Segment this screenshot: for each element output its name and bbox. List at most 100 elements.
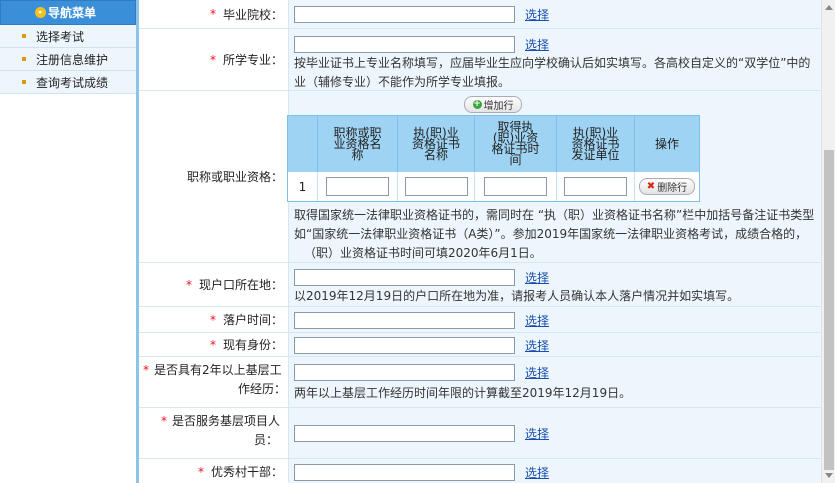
label-text: 现有身份： <box>222 338 283 352</box>
form-row-school: * 毕业院校： 选择 <box>139 0 821 29</box>
field-label: * 是否具有2年以上基层工 作经历： <box>139 357 289 407</box>
nav-menu-header[interactable]: 导航菜单 <box>0 0 136 25</box>
table-header: 职称或职业资格名称 执(职)业资格证书名称 取得执(职)业资格证书时间 执(职)… <box>288 116 699 172</box>
header-cell: 执(职)业资格证书发证单位 <box>557 116 635 172</box>
form-row-qualification: 职称或职业资格： + 增加行 职称或职业资格名称 执(职)业资格证书名称 取得执… <box>139 91 821 263</box>
field-label: * 现户口所在地： <box>139 263 289 306</box>
issuing-unit-input[interactable] <box>564 177 627 196</box>
label-text: 现户口所在地： <box>198 278 283 292</box>
field-cell: 选择 <box>289 459 821 483</box>
grassroots-input[interactable] <box>294 364 515 381</box>
school-select-link[interactable]: 选择 <box>525 6 549 23</box>
form-row-identity: * 现有身份： 选择 <box>139 333 821 357</box>
qualification-table: 职称或职业资格名称 执(职)业资格证书名称 取得执(职)业资格证书时间 执(职)… <box>287 115 700 202</box>
form-row-major: * 所学专业： 选择 按毕业证书上专业名称填写，应届毕业生应向学校确认后如实填写… <box>139 29 821 91</box>
header-cell: 操作 <box>654 136 679 151</box>
row-index: 1 <box>288 172 318 201</box>
cadre-select-link[interactable]: 选择 <box>525 464 549 481</box>
sidebar-item-select-exam[interactable]: 选择考试 <box>0 25 136 48</box>
form-row-cadre: * 优秀村干部： 选择 <box>139 459 821 483</box>
project-input[interactable] <box>294 425 515 442</box>
header-cell: 执(职)业资格证书名称 <box>398 116 475 172</box>
nav-menu-title: 导航菜单 <box>48 6 97 20</box>
qualification-hint: 如“国家统一法律职业资格证书（A类）”。参加2019年国家统一法律职业资格考试，… <box>294 227 808 241</box>
field-label: * 毕业院校： <box>139 0 289 28</box>
required-mark: * <box>209 52 216 67</box>
required-mark: * <box>209 337 216 352</box>
qualification-hint: （职）业资格证书时间可填2020年6月1日。 <box>304 246 542 260</box>
major-hint: 按毕业证书上专业名称填写，应届毕业生应向学校确认后如实填写。各高校自定义的“双学… <box>294 56 811 70</box>
scroll-down-icon[interactable] <box>825 473 833 478</box>
required-mark: * <box>209 7 216 21</box>
required-mark: * <box>143 363 149 377</box>
required-mark: * <box>197 464 204 479</box>
major-select-link[interactable]: 选择 <box>525 36 549 53</box>
button-label: 删除行 <box>657 183 688 194</box>
delete-row-button[interactable]: ✖ 删除行 <box>639 178 695 195</box>
grassroots-select-link[interactable]: 选择 <box>525 364 549 381</box>
label-text: 毕业院校： <box>222 7 283 22</box>
qualification-hint: 取得国家统一法律职业资格证书的，需同时在 “执（职）业资格证书名称”栏中加括号备… <box>294 208 815 222</box>
sidebar-item-label: 选择考试 <box>36 29 85 44</box>
school-input[interactable] <box>294 6 515 23</box>
certificate-name-input[interactable] <box>404 177 468 196</box>
form-row-grassroots: * 是否具有2年以上基层工 作经历： 选择 两年以上基层工作经历时间年限的计算截至… <box>139 357 821 408</box>
identity-input[interactable] <box>294 336 515 354</box>
form-row-residence: * 现户口所在地： 选择 以2019年12月19日的户口所在地为准，请报考人员确… <box>139 263 821 307</box>
field-cell: 选择 <box>289 333 821 356</box>
residence-input[interactable] <box>294 268 515 286</box>
field-label: * 是否服务基层项目人 员： <box>139 408 289 458</box>
field-label: * 落户时间： <box>139 307 289 332</box>
cadre-input[interactable] <box>294 463 515 481</box>
scroll-up-icon[interactable] <box>825 5 833 10</box>
label-text: 是否服务基层项目人 <box>172 414 281 428</box>
major-input[interactable] <box>294 35 515 53</box>
required-mark: * <box>185 277 192 292</box>
label-text: 落户时间： <box>222 313 283 327</box>
form-row-project: * 是否服务基层项目人 员： 选择 <box>139 408 821 459</box>
settle-time-select-link[interactable]: 选择 <box>525 312 549 329</box>
residence-select-link[interactable]: 选择 <box>525 269 549 286</box>
sidebar: 导航菜单 选择考试 注册信息维护 查询考试成绩 <box>0 0 136 483</box>
field-label: 职称或职业资格： <box>139 91 289 262</box>
sidebar-item-label: 查询考试成绩 <box>36 75 109 90</box>
label-text: 是否具有2年以上基层工 <box>154 363 282 377</box>
field-label: * 优秀村干部： <box>139 459 289 483</box>
button-label: 增加行 <box>483 101 514 112</box>
expand-arrow-icon <box>35 7 46 18</box>
label-text: 优秀村干部： <box>210 465 283 479</box>
sidebar-item-query-scores[interactable]: 查询考试成绩 <box>0 71 136 94</box>
header-cell-index <box>288 116 318 172</box>
bullet-icon <box>22 80 26 84</box>
field-label: * 所学专业： <box>139 29 289 90</box>
delete-icon: ✖ <box>646 181 656 192</box>
label-text: 职称或职业资格： <box>186 170 283 184</box>
table-row: 1 ✖ 删除行 <box>288 172 699 201</box>
project-select-link[interactable]: 选择 <box>525 425 549 442</box>
page: 导航菜单 选择考试 注册信息维护 查询考试成绩 * 毕业院校： 选择 * 所学专… <box>0 0 835 483</box>
field-cell: 选择 按毕业证书上专业名称填写，应届毕业生应向学校确认后如实填写。各高校自定义的… <box>289 29 821 90</box>
bullet-icon <box>22 57 26 61</box>
registration-form: * 毕业院校： 选择 * 所学专业： 选择 按毕业证书上专业名称填写，应届毕业生… <box>139 0 821 483</box>
bullet-icon <box>22 34 26 38</box>
vertical-scrollbar[interactable] <box>821 0 835 483</box>
sidebar-item-registration-info[interactable]: 注册信息维护 <box>0 48 136 71</box>
header-cell: 职称或职业资格名称 <box>318 116 398 172</box>
plus-icon: + <box>472 99 482 109</box>
certificate-date-input[interactable] <box>484 177 547 196</box>
label-text: 员： <box>253 433 278 447</box>
sidebar-item-label: 注册信息维护 <box>36 52 109 67</box>
header-cell: 取得执(职)业资格证书时间 <box>475 116 557 172</box>
scrollbar-thumb[interactable] <box>824 150 834 470</box>
field-cell: 选择 <box>289 408 821 458</box>
form-row-settle-time: * 落户时间： 选择 <box>139 307 821 333</box>
identity-select-link[interactable]: 选择 <box>525 337 549 354</box>
required-mark: * <box>161 414 167 428</box>
field-cell: 选择 <box>289 0 821 28</box>
add-row-button[interactable]: + 增加行 <box>464 96 522 113</box>
title-name-input[interactable] <box>326 177 389 196</box>
field-cell: 选择 以2019年12月19日的户口所在地为准，请报考人员确认本人落户情况并如实… <box>289 263 821 306</box>
settle-time-input[interactable] <box>294 311 515 329</box>
field-label: * 现有身份： <box>139 333 289 356</box>
label-text: 所学专业： <box>222 53 283 67</box>
